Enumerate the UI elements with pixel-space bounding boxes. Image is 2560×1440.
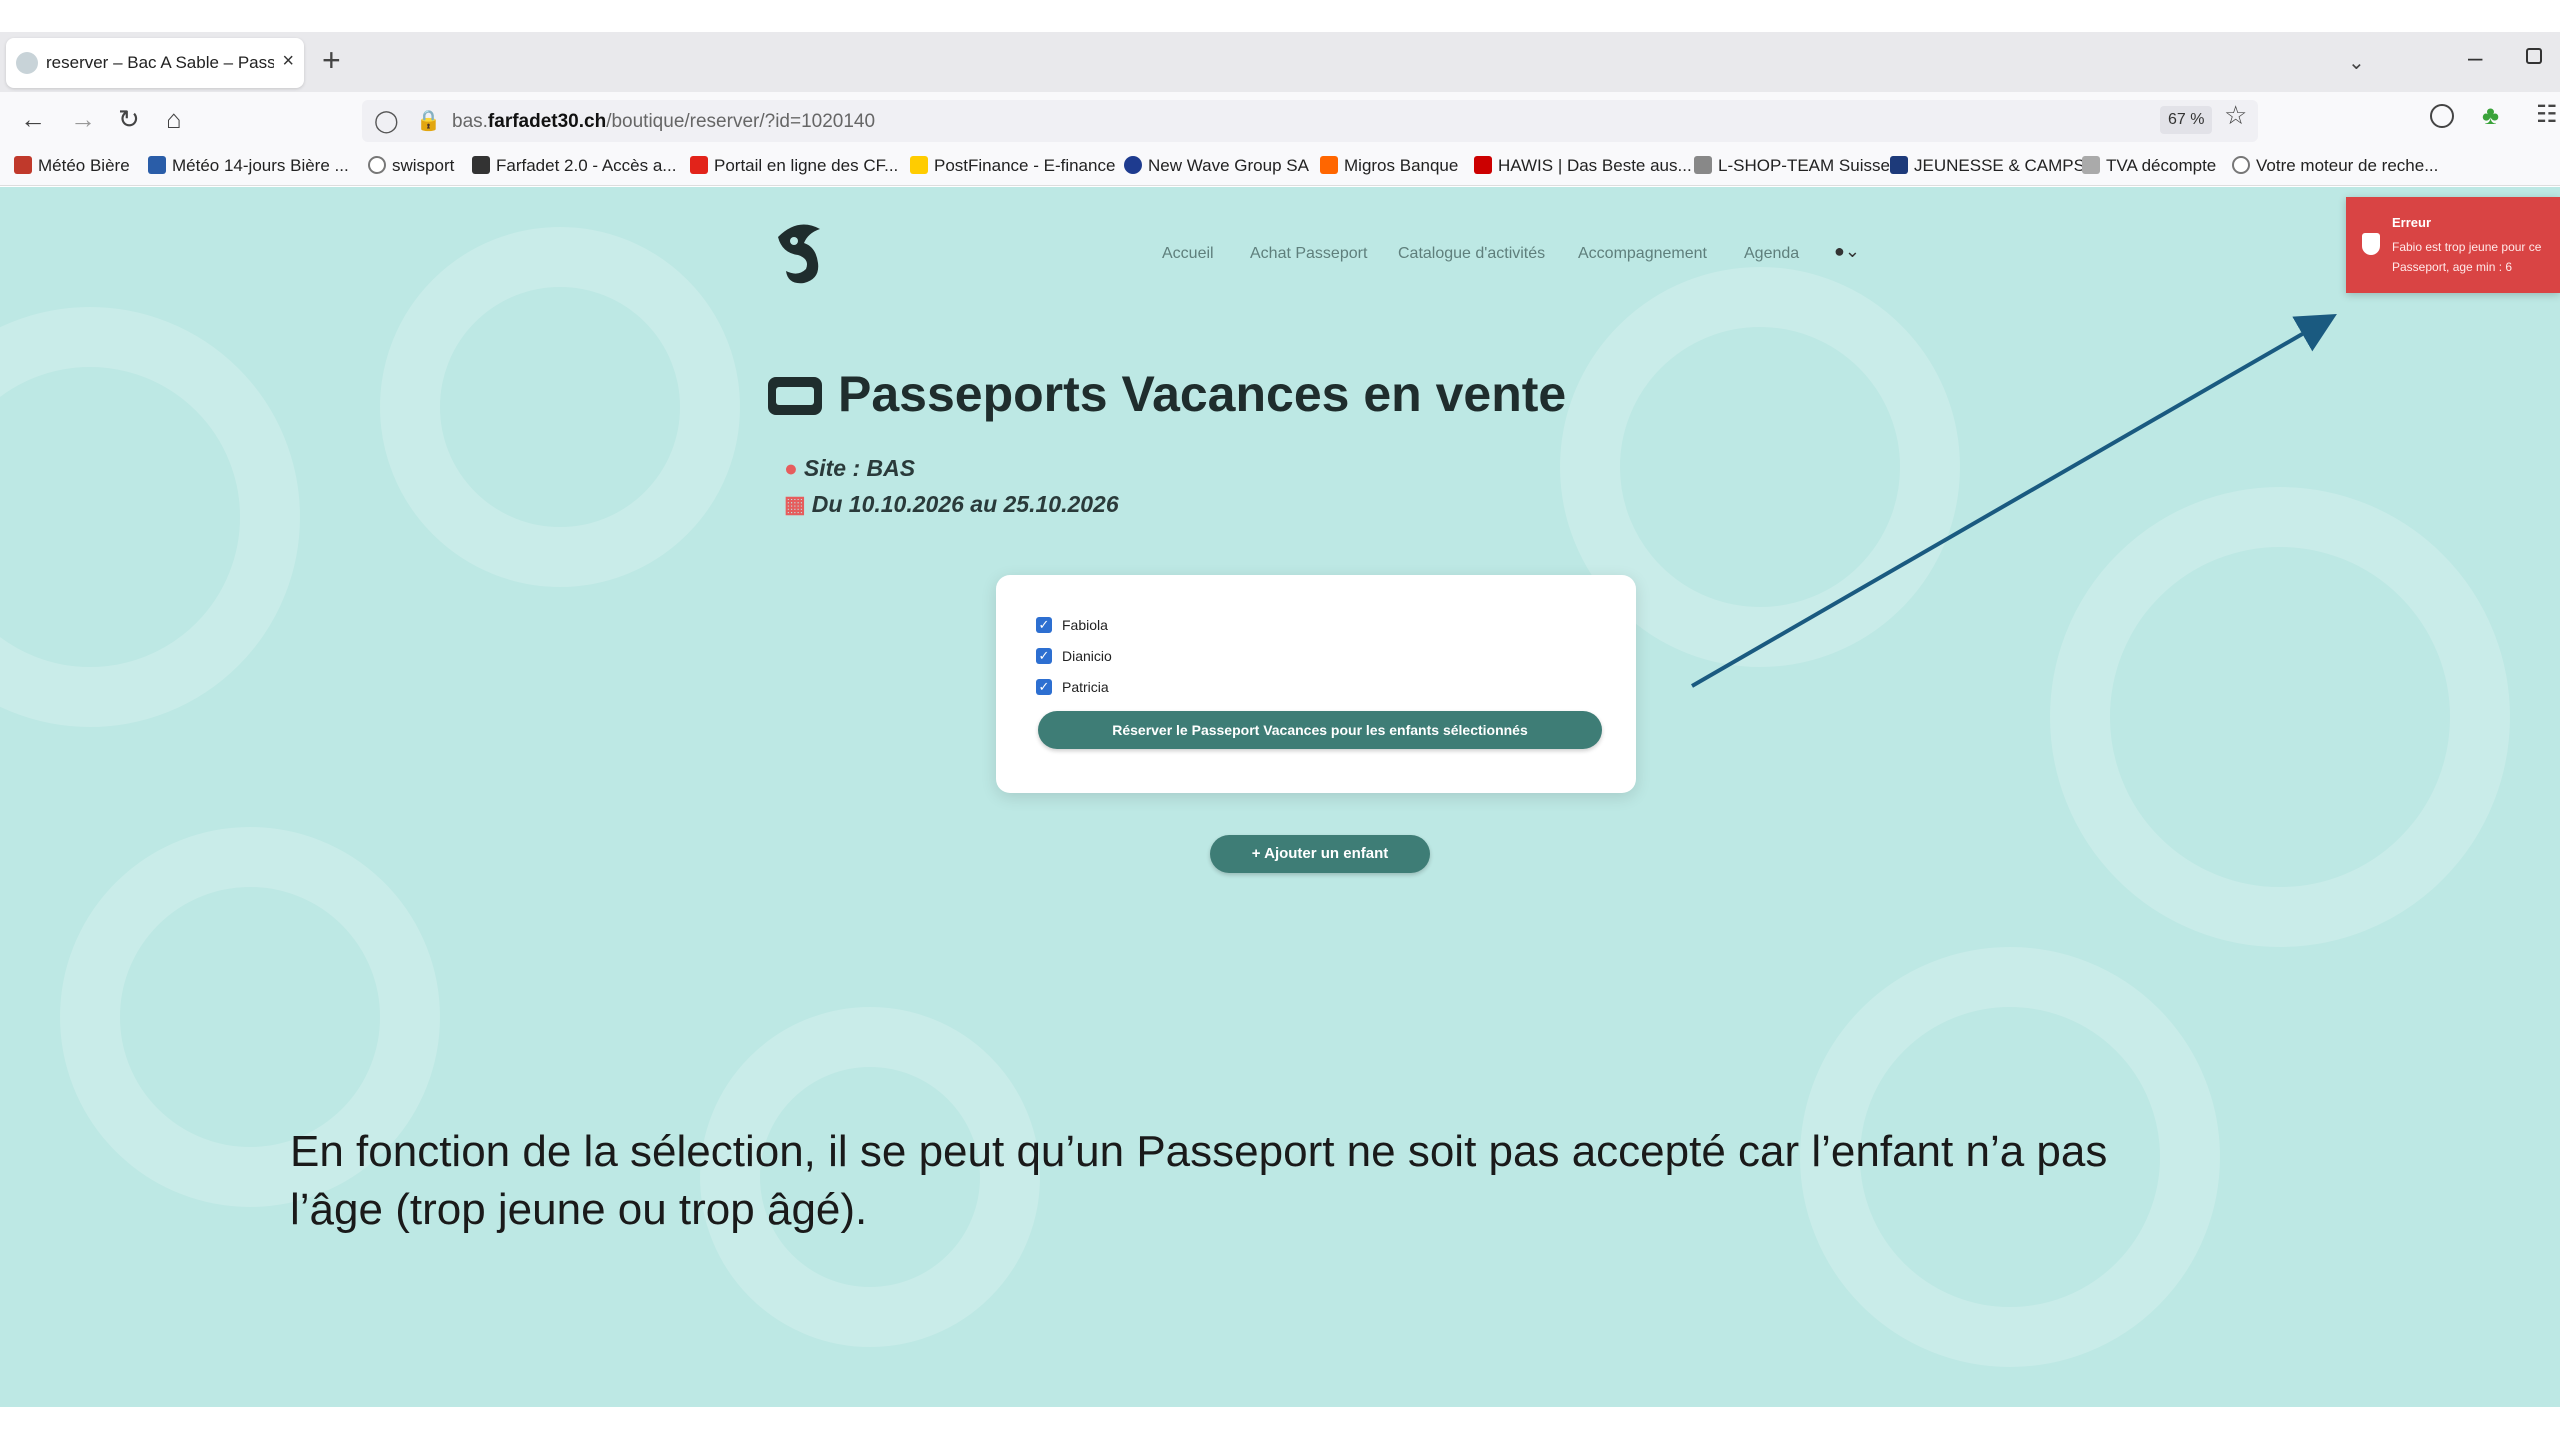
bookmark-item[interactable]: Météo Bière bbox=[14, 156, 130, 176]
bookmark-item[interactable]: New Wave Group SA bbox=[1124, 156, 1309, 176]
minimize-window-button[interactable]: – bbox=[2468, 42, 2482, 73]
home-icon[interactable]: ⌂ bbox=[166, 104, 182, 134]
shield-icon[interactable]: ◯ bbox=[374, 108, 399, 134]
extension-icon[interactable]: ♣ bbox=[2482, 100, 2499, 131]
bookmark-icon bbox=[910, 156, 928, 174]
lock-icon[interactable]: 🔒 bbox=[416, 108, 441, 133]
bookmark-icon bbox=[1320, 156, 1338, 174]
child-name: Dianicio bbox=[1062, 648, 1112, 664]
toast-message: Fabio est trop jeune pour ce Passeport, … bbox=[2392, 240, 2542, 274]
page-title: Passeports Vacances en vente bbox=[838, 366, 1567, 422]
browser-tab-bar: reserver – Bac A Sable – Passep × + ⌄ – bbox=[0, 32, 2560, 92]
calendar-icon: ▦ bbox=[784, 491, 806, 517]
menu-accompagnement[interactable]: Accompagnement bbox=[1578, 245, 1707, 263]
child-name: Fabiola bbox=[1062, 617, 1108, 633]
bookmark-item[interactable]: Météo 14-jours Bière ... bbox=[148, 156, 349, 176]
bookmark-icon bbox=[1474, 156, 1492, 174]
zoom-level[interactable]: 67 % bbox=[2160, 106, 2213, 134]
shield-alert-icon bbox=[2362, 233, 2380, 255]
forward-arrow-icon[interactable]: → bbox=[70, 104, 96, 134]
bookmark-item[interactable]: swisport bbox=[368, 156, 454, 176]
annotation-line: l’âge (trop jeune ou trop âgé). bbox=[290, 1185, 868, 1234]
bookmark-star-icon[interactable]: ☆ bbox=[2224, 100, 2247, 131]
close-tab-icon[interactable]: × bbox=[282, 50, 294, 73]
globe-icon bbox=[2232, 156, 2250, 174]
bookmark-icon bbox=[690, 156, 708, 174]
add-child-button[interactable]: + Ajouter un enfant bbox=[1210, 835, 1430, 873]
bookmark-item[interactable]: Farfadet 2.0 - Accès a... bbox=[472, 156, 676, 176]
bookmark-item[interactable]: HAWIS | Das Beste aus... bbox=[1474, 156, 1692, 176]
menu-agenda[interactable]: Agenda bbox=[1744, 245, 1799, 263]
extensions-puzzle-icon[interactable]: ☷ bbox=[2536, 100, 2558, 129]
reserve-passport-button[interactable]: Réserver le Passeport Vacances pour les … bbox=[1038, 711, 1602, 749]
globe-icon bbox=[368, 156, 386, 174]
checkbox-checked[interactable]: ✓ bbox=[1036, 679, 1052, 695]
map-pin-icon: ● bbox=[784, 455, 798, 481]
account-icon[interactable] bbox=[2430, 104, 2454, 128]
annotation-text: En fonction de la sélection, il se peut … bbox=[290, 1123, 2250, 1239]
new-tab-button[interactable]: + bbox=[322, 44, 341, 76]
error-toast[interactable]: Erreur Fabio est trop jeune pour ce Pass… bbox=[2346, 197, 2560, 293]
page-content: Accueil Achat Passeport Catalogue d'acti… bbox=[0, 187, 2560, 1407]
menu-achat-passeport[interactable]: Achat Passeport bbox=[1250, 245, 1367, 263]
bookmark-icon bbox=[1694, 156, 1712, 174]
toast-title: Erreur bbox=[2392, 215, 2432, 230]
background-decoration bbox=[0, 307, 300, 727]
slide: reserver – Bac A Sable – Passep × + ⌄ – … bbox=[0, 0, 2560, 1440]
farfadet-logo[interactable] bbox=[768, 219, 832, 287]
menu-accueil[interactable]: Accueil bbox=[1162, 245, 1214, 263]
children-selection-card: ✓ Fabiola ✓ Dianicio ✓ Patricia Réserver… bbox=[996, 575, 1636, 793]
checkbox-checked[interactable]: ✓ bbox=[1036, 648, 1052, 664]
bookmark-item[interactable]: Portail en ligne des CF... bbox=[690, 156, 898, 176]
bookmark-icon bbox=[1890, 156, 1908, 174]
checkbox-checked[interactable]: ✓ bbox=[1036, 617, 1052, 633]
bookmark-item[interactable]: Votre moteur de reche... bbox=[2232, 156, 2438, 176]
bookmark-item[interactable]: JEUNESSE & CAMPS bbox=[1890, 156, 2085, 176]
site-favicon-icon bbox=[16, 52, 38, 74]
bookmark-item[interactable]: PostFinance - E-finance bbox=[910, 156, 1115, 176]
annotation-line: En fonction de la sélection, il se peut … bbox=[290, 1127, 2108, 1176]
user-menu-icon[interactable]: ●⌄ bbox=[1834, 241, 1860, 262]
bookmark-icon bbox=[148, 156, 166, 174]
bookmark-item[interactable]: L-SHOP-TEAM Suisse bbox=[1694, 156, 1890, 176]
browser-tab[interactable]: reserver – Bac A Sable – Passep × bbox=[6, 38, 304, 88]
url-text[interactable]: bas.farfadet30.ch/boutique/reserver/?id=… bbox=[452, 111, 875, 133]
date-info: ▦ Du 10.10.2026 au 25.10.2026 bbox=[784, 491, 1119, 517]
background-decoration bbox=[2050, 487, 2510, 947]
bookmark-icon bbox=[472, 156, 490, 174]
restore-window-button[interactable] bbox=[2526, 48, 2542, 64]
child-name: Patricia bbox=[1062, 679, 1109, 695]
browser-toolbar: ← → ↻ ⌂ ◯ 🔒 bas.farfadet30.ch/boutique/r… bbox=[0, 92, 2560, 150]
bookmark-icon bbox=[1124, 156, 1142, 174]
bookmark-item[interactable]: Migros Banque bbox=[1320, 156, 1458, 176]
tab-title: reserver – Bac A Sable – Passep bbox=[46, 53, 274, 72]
reload-icon[interactable]: ↻ bbox=[118, 104, 140, 134]
bookmark-icon bbox=[2082, 156, 2100, 174]
chevron-down-icon[interactable]: ⌄ bbox=[2348, 50, 2365, 75]
bookmarks-bar: Météo Bière Météo 14-jours Bière ... swi… bbox=[0, 150, 2560, 186]
ticket-icon bbox=[768, 377, 822, 415]
site-info: ● Site : BAS bbox=[784, 455, 916, 481]
menu-catalogue[interactable]: Catalogue d'activités bbox=[1398, 245, 1545, 263]
address-bar[interactable]: ◯ 🔒 bas.farfadet30.ch/boutique/reserver/… bbox=[362, 100, 2258, 142]
background-decoration bbox=[380, 227, 740, 587]
bookmark-icon bbox=[14, 156, 32, 174]
back-arrow-icon[interactable]: ← bbox=[20, 104, 46, 134]
bookmark-item[interactable]: TVA décompte bbox=[2082, 156, 2216, 176]
